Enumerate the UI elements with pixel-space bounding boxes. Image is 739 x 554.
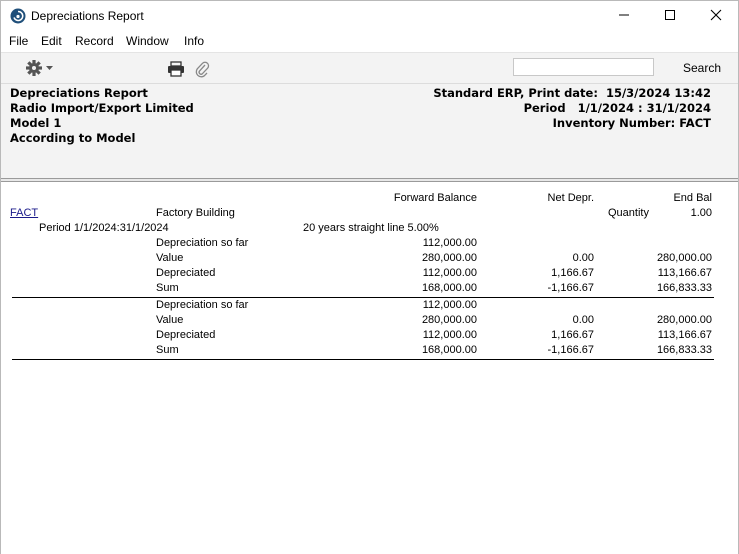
quantity-value: 1.00 bbox=[690, 207, 712, 219]
close-icon bbox=[710, 9, 722, 24]
report-body: Forward Balance Net Depr. End Bal FACT F… bbox=[1, 183, 738, 554]
row-label: Value bbox=[156, 314, 184, 326]
report-header: Depreciations Report Radio Import/Export… bbox=[1, 83, 738, 178]
forward-balance-cell: 112,000.00 bbox=[422, 299, 477, 311]
menu-bar: File Edit Record Window Info bbox=[1, 31, 738, 52]
print-icon[interactable] bbox=[167, 61, 185, 80]
model-basis: According to Model bbox=[10, 131, 136, 145]
splitter[interactable] bbox=[1, 178, 738, 182]
minimize-icon bbox=[618, 9, 630, 24]
forward-balance-cell: 168,000.00 bbox=[421, 282, 477, 294]
inventory-number: Inventory Number: FACT bbox=[552, 116, 711, 130]
menu-info[interactable]: Info bbox=[184, 34, 204, 48]
toolbar: Search bbox=[1, 52, 738, 83]
depreciation-method: 20 years straight line 5.00% bbox=[303, 222, 439, 234]
app-logo-icon bbox=[10, 8, 26, 24]
print-date: Standard ERP, Print date: 15/3/2024 13:4… bbox=[433, 86, 711, 100]
close-button[interactable] bbox=[693, 1, 739, 31]
report-window: Depreciations Report File Edit Record Wi… bbox=[0, 0, 739, 554]
minimize-button[interactable] bbox=[601, 1, 647, 31]
end-bal-cell: 113,166.67 bbox=[657, 329, 712, 341]
end-bal-cell: 166,833.33 bbox=[656, 344, 712, 356]
menu-file[interactable]: File bbox=[9, 34, 28, 48]
forward-balance-cell: 112,000.00 bbox=[422, 237, 477, 249]
report-end-line bbox=[12, 359, 714, 360]
title-bar: Depreciations Report bbox=[1, 1, 738, 31]
row-label: Depreciation so far bbox=[156, 299, 249, 311]
maximize-button[interactable] bbox=[647, 1, 693, 31]
row-label: Depreciated bbox=[156, 267, 216, 279]
attachment-icon[interactable] bbox=[194, 60, 210, 81]
net-depr-cell: 0.00 bbox=[572, 252, 594, 264]
col-header-forward-balance: Forward Balance bbox=[393, 192, 477, 204]
net-depr-cell: -1,166.67 bbox=[547, 282, 594, 294]
menu-window[interactable]: Window bbox=[126, 34, 169, 48]
item-period: Period 1/1/2024:31/1/2024 bbox=[39, 222, 169, 234]
end-bal-cell: 280,000.00 bbox=[656, 252, 712, 264]
item-name: Factory Building bbox=[156, 207, 235, 219]
row-label: Sum bbox=[156, 344, 179, 356]
menu-edit[interactable]: Edit bbox=[41, 34, 62, 48]
forward-balance-cell: 112,000.00 bbox=[422, 329, 477, 341]
col-header-end-bal: End Bal bbox=[673, 192, 712, 204]
company-name: Radio Import/Export Limited bbox=[10, 101, 194, 115]
net-depr-cell: -1,166.67 bbox=[547, 344, 594, 356]
row-label: Depreciation so far bbox=[156, 237, 249, 249]
model-name: Model 1 bbox=[10, 116, 62, 130]
forward-balance-cell: 112,000.00 bbox=[422, 267, 477, 279]
end-bal-cell: 280,000.00 bbox=[656, 314, 712, 326]
search-input[interactable] bbox=[513, 58, 654, 76]
quantity-label: Quantity bbox=[608, 207, 649, 219]
report-period: Period 1/1/2024 : 31/1/2024 bbox=[523, 101, 711, 115]
forward-balance-cell: 280,000.00 bbox=[421, 314, 477, 326]
report-name: Depreciations Report bbox=[10, 86, 148, 100]
net-depr-cell: 1,166.67 bbox=[551, 329, 594, 341]
section-divider bbox=[12, 297, 714, 298]
item-code-link[interactable]: FACT bbox=[10, 207, 38, 219]
search-button[interactable]: Search bbox=[683, 61, 721, 75]
row-label: Depreciated bbox=[156, 329, 216, 341]
end-bal-cell: 166,833.33 bbox=[656, 282, 712, 294]
col-header-net-depr: Net Depr. bbox=[547, 192, 594, 204]
row-label: Sum bbox=[156, 282, 179, 294]
window-title: Depreciations Report bbox=[31, 9, 144, 23]
end-bal-cell: 113,166.67 bbox=[657, 267, 712, 279]
row-label: Value bbox=[156, 252, 184, 264]
forward-balance-cell: 280,000.00 bbox=[421, 252, 477, 264]
forward-balance-cell: 168,000.00 bbox=[421, 344, 477, 356]
net-depr-cell: 1,166.67 bbox=[551, 267, 594, 279]
menu-record[interactable]: Record bbox=[75, 34, 114, 48]
gear-icon[interactable] bbox=[25, 59, 55, 77]
net-depr-cell: 0.00 bbox=[572, 314, 594, 326]
maximize-icon bbox=[664, 9, 676, 24]
